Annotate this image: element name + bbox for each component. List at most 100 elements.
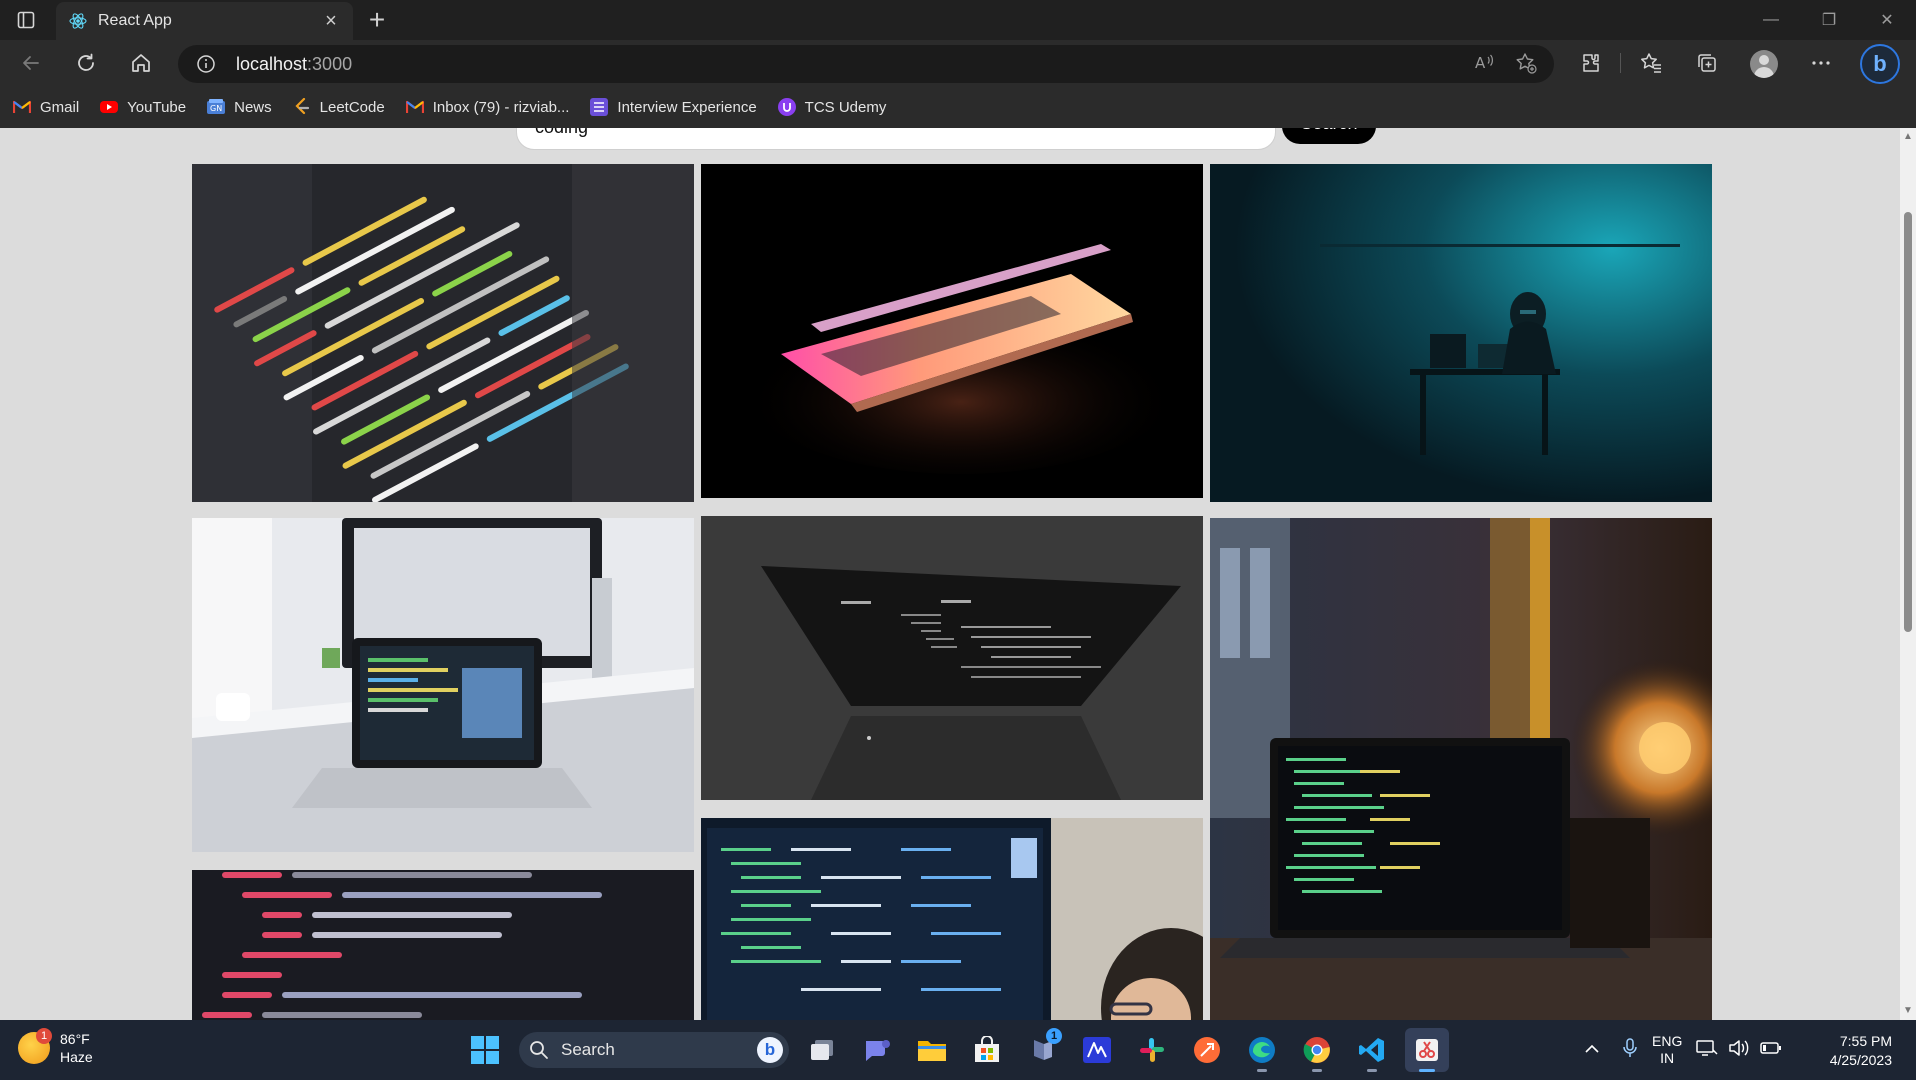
more-menu-icon[interactable] (1804, 46, 1838, 80)
system-clock[interactable]: 7:55 PM 4/25/2023 (1810, 1032, 1892, 1070)
svg-text:A: A (1475, 54, 1486, 72)
image-result[interactable] (192, 870, 694, 1020)
close-window-button[interactable]: ✕ (1858, 0, 1916, 40)
chrome-icon[interactable] (1295, 1028, 1339, 1072)
favorites-bar: Gmail YouTube GN News LeetCode Inbox (79… (0, 86, 1916, 128)
collections-icon[interactable] (1690, 46, 1724, 80)
language-indicator[interactable]: ENG IN (1652, 1033, 1682, 1067)
favorite-label: LeetCode (319, 98, 385, 116)
add-favorite-icon[interactable] (1514, 51, 1538, 80)
favorite-tcs-udemy[interactable]: TCS Udemy (777, 97, 887, 117)
favorite-inbox[interactable]: Inbox (79) - rizviab... (405, 97, 570, 117)
favorite-gmail[interactable]: Gmail (12, 97, 79, 117)
scroll-down-icon[interactable]: ▼ (1903, 1006, 1913, 1016)
volume-icon[interactable] (1728, 1038, 1750, 1063)
profile-avatar[interactable] (1750, 50, 1778, 78)
weather-temperature: 86°F (60, 1031, 90, 1047)
microsoft-store-icon[interactable] (965, 1028, 1009, 1072)
windows-taskbar: 1 86°F Haze Search b 1 ENG IN 7:55 PM 4/… (0, 1020, 1916, 1080)
weather-condition: Haze (60, 1049, 93, 1065)
back-icon[interactable] (14, 46, 48, 80)
tab-title: React App (98, 12, 172, 29)
home-icon[interactable] (124, 46, 158, 80)
laptop-code-lamp-image (1210, 518, 1712, 1020)
running-indicator (1367, 1069, 1377, 1072)
tab-actions-icon[interactable] (10, 8, 42, 32)
favorite-youtube[interactable]: YouTube (99, 97, 186, 117)
image-result[interactable] (701, 164, 1203, 498)
news-icon: GN (206, 97, 226, 117)
address-bar[interactable]: localhost:3000 A (178, 45, 1554, 83)
dark-laptop-code-image (701, 516, 1203, 800)
image-result[interactable] (1210, 164, 1712, 502)
weather-widget[interactable]: 1 86°F Haze (18, 1028, 93, 1066)
refresh-icon[interactable] (69, 46, 103, 80)
browser-toolbar: localhost:3000 A b (0, 40, 1916, 86)
url-text: localhost:3000 (236, 54, 352, 75)
site-info-icon[interactable] (196, 54, 216, 74)
hooded-person-desk-image (1210, 164, 1712, 502)
url-port: :3000 (307, 54, 353, 74)
image-result[interactable] (192, 518, 694, 852)
screen: React App × + — ❐ ✕ localhost:3000 A b G… (0, 0, 1916, 1080)
html-code-screen-image (192, 870, 694, 1020)
weather-sun-icon: 1 (18, 1028, 52, 1064)
microphone-icon[interactable] (1622, 1037, 1638, 1064)
show-hidden-icons[interactable] (1580, 1041, 1604, 1059)
postman-icon[interactable] (1185, 1028, 1229, 1072)
teams-badge: 1 (1046, 1028, 1062, 1044)
math-app-icon[interactable] (1075, 1028, 1119, 1072)
favorites-icon[interactable] (1634, 46, 1668, 80)
restore-button[interactable]: ❐ (1800, 0, 1858, 40)
url-host: localhost (236, 54, 308, 74)
favorite-label: YouTube (127, 98, 187, 116)
taskbar-search[interactable]: Search b (519, 1032, 789, 1068)
windows-start-icon[interactable] (465, 1030, 505, 1070)
slack-icon[interactable] (1130, 1028, 1174, 1072)
favorite-label: Interview Experience (617, 98, 757, 116)
scroll-up-icon[interactable]: ▲ (1903, 132, 1913, 142)
search-button[interactable]: Search (1282, 128, 1376, 144)
image-result[interactable] (1210, 518, 1712, 1020)
battery-icon[interactable] (1760, 1041, 1782, 1060)
image-result[interactable] (192, 164, 694, 502)
file-explorer-icon[interactable] (910, 1028, 954, 1072)
snipping-tool-icon[interactable] (1405, 1028, 1449, 1072)
gmail-icon (12, 97, 32, 117)
image-result[interactable] (701, 516, 1203, 800)
minimize-button[interactable]: — (1742, 0, 1800, 40)
task-view-icon[interactable] (800, 1028, 844, 1072)
extensions-icon[interactable] (1574, 46, 1608, 80)
favorite-leetcode[interactable]: LeetCode (292, 97, 385, 117)
tab-close-icon[interactable]: × (321, 10, 341, 33)
scrollbar-thumb[interactable] (1904, 212, 1912, 632)
react-icon (68, 11, 88, 31)
teams-icon[interactable]: 1 (1020, 1028, 1064, 1072)
leetcode-icon (292, 97, 312, 117)
new-tab-button[interactable]: + (362, 6, 392, 34)
edge-icon[interactable] (1240, 1028, 1284, 1072)
running-indicator (1257, 1069, 1267, 1072)
search-input-value: coding (535, 128, 588, 138)
image-result[interactable] (701, 818, 1203, 1020)
favorite-interview-experience[interactable]: Interview Experience (589, 97, 757, 117)
laptop-white-desk-image (192, 518, 694, 852)
region-code: IN (1660, 1050, 1675, 1066)
network-icon[interactable] (1696, 1038, 1718, 1063)
favorite-label: Inbox (79) - rizviab... (432, 98, 570, 116)
favorite-news[interactable]: GN News (206, 97, 272, 117)
vscode-icon[interactable] (1350, 1028, 1394, 1072)
browser-tab-bar: React App × + — ❐ ✕ (0, 0, 1916, 40)
clock-time: 7:55 PM (1839, 1033, 1892, 1049)
browser-tab-active[interactable]: React App × (56, 2, 353, 40)
favorite-label: TCS Udemy (804, 98, 887, 116)
weather-badge: 1 (36, 1028, 52, 1044)
bing-chat-icon[interactable]: b (1860, 44, 1900, 84)
running-indicator (1419, 1069, 1435, 1072)
code-closeup-image (192, 164, 694, 502)
teams-chat-icon[interactable] (855, 1028, 899, 1072)
search-input[interactable]: coding (516, 128, 1276, 150)
read-aloud-icon[interactable]: A (1472, 51, 1496, 80)
gmail-icon (405, 97, 425, 117)
page-scrollbar[interactable]: ▲ ▼ (1900, 128, 1916, 1020)
